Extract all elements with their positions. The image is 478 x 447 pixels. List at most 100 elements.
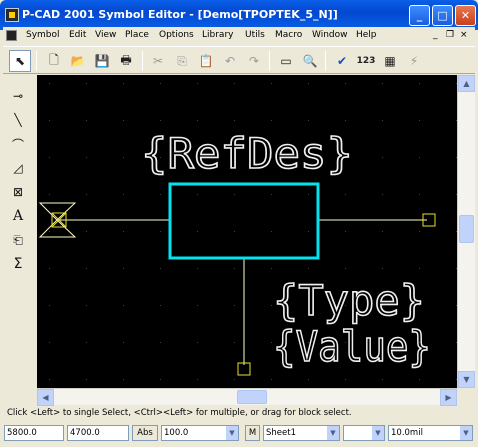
grid-dot — [86, 231, 87, 232]
sigma-icon: Σ — [13, 256, 23, 272]
paste-button[interactable]: 📋 — [195, 50, 217, 72]
refdes-attribute-text[interactable]: {RefDes} — [140, 128, 354, 179]
grid-dot — [123, 194, 124, 195]
grid-dot — [86, 342, 87, 343]
menu-options[interactable]: Options — [159, 30, 194, 40]
value-attribute-text[interactable]: {Value} — [272, 321, 432, 372]
validate-button[interactable]: ✔ — [331, 50, 353, 72]
grid-dot — [123, 379, 124, 380]
cut-button[interactable]: ✂ — [147, 50, 169, 72]
close-button[interactable]: ✕ — [455, 5, 476, 26]
grid-dot — [345, 379, 346, 380]
place-pin-button[interactable]: ⊸ — [7, 85, 29, 107]
copy-button[interactable]: ⎘ — [171, 50, 193, 72]
ruler-icon: ▭ — [280, 54, 292, 68]
menu-edit[interactable]: Edit — [69, 30, 86, 40]
drawing-canvas[interactable]: {RefDes} {Type} {Value} — [37, 75, 457, 388]
menu-help[interactable]: Help — [356, 30, 377, 40]
place-arc-button[interactable]: ⌒ — [7, 133, 29, 155]
zoom-button[interactable]: 🔍 — [299, 50, 321, 72]
grid-dot — [419, 83, 420, 84]
toolbar-separator — [269, 51, 270, 71]
grid-dot — [197, 342, 198, 343]
printer-icon: 🖶 — [120, 52, 132, 67]
sheet-select[interactable]: Sheet1 ▼ — [263, 425, 340, 441]
toolbar-separator — [142, 51, 143, 71]
place-line-button[interactable]: ╲ — [7, 109, 29, 131]
new-file-icon: 🗋 — [49, 52, 59, 67]
document-icon[interactable] — [6, 30, 17, 41]
grid-dot — [234, 194, 235, 195]
floppy-disk-icon: 💾 — [94, 54, 110, 68]
line-width-select[interactable]: ▼ — [343, 425, 385, 441]
grid-dot — [419, 157, 420, 158]
menu-window[interactable]: Window — [312, 30, 348, 40]
sheet-value: Sheet1 — [266, 428, 296, 438]
select-tool-button[interactable]: ⬉ — [9, 50, 31, 72]
menu-symbol[interactable]: Symbol — [26, 30, 60, 40]
vertical-scrollbar[interactable]: ▲ ▼ — [457, 75, 475, 388]
abs-rel-toggle[interactable]: Abs — [132, 425, 158, 441]
grid-dot — [308, 231, 309, 232]
grid-dot — [271, 379, 272, 380]
arrow-cursor-icon: ⬉ — [14, 54, 26, 68]
grid-dot — [308, 379, 309, 380]
minimize-button[interactable]: _ — [409, 5, 430, 26]
grid-dot — [86, 120, 87, 121]
canvas-drawing: {RefDes} {Type} {Value} — [38, 83, 457, 380]
type-attribute-text[interactable]: {Type} — [272, 275, 426, 326]
save-file-button[interactable]: 💾 — [91, 50, 113, 72]
grid-dot — [49, 305, 50, 306]
grid-dot — [345, 83, 346, 84]
symbol-body-rect[interactable] — [168, 182, 320, 260]
menu-utils[interactable]: Utils — [245, 30, 265, 40]
m-toggle[interactable]: M — [245, 425, 260, 441]
vertical-scroll-thumb[interactable] — [459, 215, 474, 243]
menu-place[interactable]: Place — [125, 30, 149, 40]
horizontal-scroll-thumb[interactable] — [237, 390, 267, 404]
scroll-down-arrow[interactable]: ▼ — [458, 371, 475, 388]
menu-macro[interactable]: Macro — [275, 30, 302, 40]
flash-button[interactable]: ⚡ — [403, 50, 425, 72]
grid-dot — [49, 268, 50, 269]
pin-numbers-button[interactable]: 123 — [355, 50, 377, 72]
grid-dot — [86, 83, 87, 84]
x-coordinate-field[interactable]: 5800.0 — [4, 425, 64, 441]
grid-dot — [49, 379, 50, 380]
title-bar: P-CAD 2001 Symbol Editor - [Demo[TPOPTEK… — [0, 0, 478, 30]
app-icon[interactable] — [5, 8, 19, 22]
menu-library[interactable]: Library — [202, 30, 233, 40]
grid-dot — [382, 231, 383, 232]
redo-button[interactable]: ↷ — [243, 50, 265, 72]
place-polygon-button[interactable]: ◿ — [7, 157, 29, 179]
print-button[interactable]: 🖶 — [115, 50, 137, 72]
grid-dot — [123, 157, 124, 158]
y-coordinate-field[interactable]: 4700.0 — [67, 425, 129, 441]
symbol-wizard-button[interactable]: ▦ — [379, 50, 401, 72]
scroll-right-arrow[interactable]: ▶ — [440, 389, 457, 406]
new-file-button[interactable]: 🗋 — [43, 50, 65, 72]
place-field-button[interactable]: ⎗ — [7, 229, 29, 251]
polygon-icon: ◿ — [13, 161, 23, 175]
grid-dot — [234, 305, 235, 306]
undo-button[interactable]: ↶ — [219, 50, 241, 72]
grid-dot — [382, 194, 383, 195]
units-select[interactable]: 10.0mil ▼ — [388, 425, 473, 441]
mdi-minimize-button[interactable]: _ — [433, 30, 438, 40]
horizontal-scrollbar[interactable]: ◀ ▶ — [37, 388, 457, 406]
grid-dot — [160, 83, 161, 84]
mdi-close-button[interactable]: × — [460, 30, 468, 40]
grid-dot — [123, 342, 124, 343]
maximize-button[interactable]: □ — [432, 5, 453, 26]
menu-view[interactable]: View — [95, 30, 116, 40]
scroll-up-arrow[interactable]: ▲ — [458, 75, 475, 92]
mdi-restore-button[interactable]: ❐ — [446, 30, 454, 40]
scroll-left-arrow[interactable]: ◀ — [37, 389, 54, 406]
place-ref-point-button[interactable]: ⊠ — [7, 181, 29, 203]
grid-size-select[interactable]: 100.0 ▼ — [161, 425, 239, 441]
place-attribute-button[interactable]: Σ — [7, 253, 29, 275]
open-file-button[interactable]: 📂 — [67, 50, 89, 72]
grid-dot — [160, 194, 161, 195]
place-text-button[interactable]: A — [7, 205, 29, 227]
zoom-extents-button[interactable]: ▭ — [275, 50, 297, 72]
